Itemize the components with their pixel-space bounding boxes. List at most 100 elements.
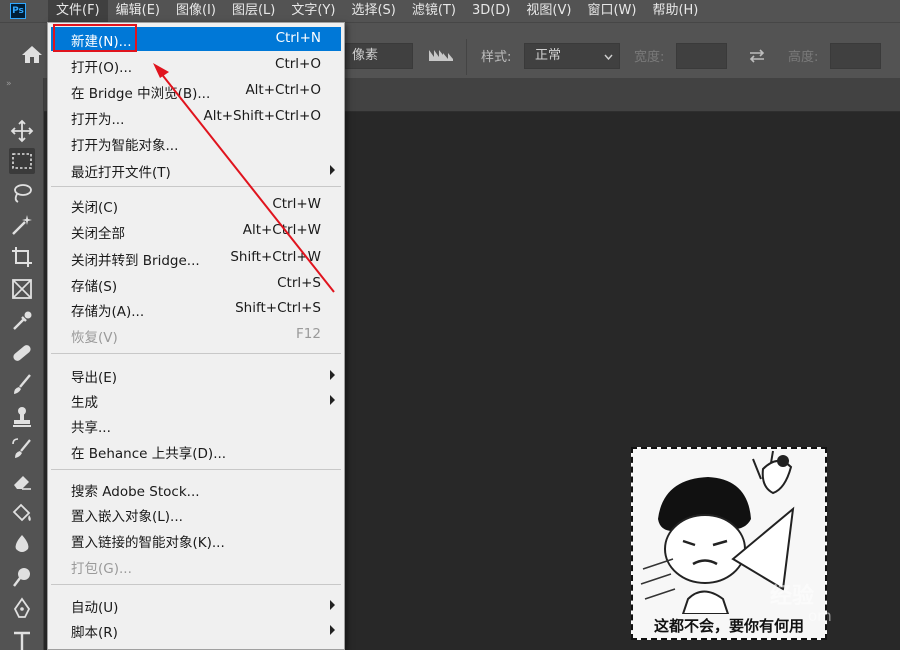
menu-item-save-as[interactable]: 存储为(A)... Shift+Ctrl+S	[51, 297, 341, 321]
menu-help[interactable]: 帮助(H)	[644, 0, 706, 22]
menu-file[interactable]: 文件(F)	[48, 0, 108, 22]
eyedropper-icon[interactable]	[9, 308, 35, 334]
menu-item-label: 关闭全部	[71, 226, 125, 242]
menu-separator	[51, 353, 341, 354]
submenu-arrow-icon	[330, 625, 335, 635]
refine-edge-icon[interactable]	[428, 47, 454, 66]
menu-item-open-as[interactable]: 打开为... Alt+Shift+Ctrl+O	[51, 105, 341, 129]
swap-icon[interactable]	[748, 48, 766, 67]
paint-bucket-icon[interactable]	[9, 500, 35, 526]
menu-item-revert: 恢复(V) F12	[51, 323, 341, 347]
menu-item-shortcut: Alt+Ctrl+O	[245, 82, 321, 98]
separator	[466, 39, 467, 75]
menu-item-shortcut: Ctrl+N	[275, 30, 321, 46]
menu-select[interactable]: 选择(S)	[343, 0, 403, 22]
menu-item-generate[interactable]: 生成	[51, 388, 341, 412]
menu-item-share[interactable]: 共享...	[51, 413, 341, 437]
menu-item-label: 存储(S)	[71, 279, 118, 295]
file-menu-dropdown: 新建(N)... Ctrl+N 打开(O)... Ctrl+O 在 Bridge…	[47, 22, 345, 650]
menu-item-scripts[interactable]: 脚本(R)	[51, 618, 341, 642]
menu-window[interactable]: 窗口(W)	[579, 0, 644, 22]
watermark-subtext: om	[808, 607, 832, 625]
menu-item-recent-files[interactable]: 最近打开文件(T)	[51, 158, 341, 182]
crop-tool-icon[interactable]	[9, 244, 35, 270]
menu-item-share-behance[interactable]: 在 Behance 上共享(D)...	[51, 439, 341, 463]
meme-caption: 这都不会，要你有何用	[653, 617, 804, 635]
move-tool-icon[interactable]	[9, 118, 35, 144]
menu-item-save[interactable]: 存储(S) Ctrl+S	[51, 272, 341, 296]
chevron-down-icon	[604, 54, 613, 60]
menu-item-label: 置入嵌入对象(L)...	[71, 509, 183, 525]
menu-separator	[51, 186, 341, 187]
menu-item-label: 在 Behance 上共享(D)...	[71, 446, 227, 462]
blur-tool-icon[interactable]	[9, 532, 35, 558]
photoshop-logo-icon: Ps	[10, 3, 26, 19]
menu-item-label: 关闭并转到 Bridge...	[71, 253, 200, 269]
history-brush-icon[interactable]	[9, 436, 35, 462]
menu-item-label: 导出(E)	[71, 370, 118, 386]
menu-item-export[interactable]: 导出(E)	[51, 363, 341, 387]
dodge-tool-icon[interactable]	[9, 564, 35, 590]
eraser-tool-icon[interactable]	[9, 468, 35, 494]
home-icon[interactable]	[20, 43, 44, 65]
menu-item-label: 脚本(R)	[71, 625, 118, 641]
menu-item-close-all[interactable]: 关闭全部 Alt+Ctrl+W	[51, 219, 341, 243]
menu-item-label: 共享...	[71, 420, 111, 436]
menu-item-close-go-bridge[interactable]: 关闭并转到 Bridge... Shift+Ctrl+W	[51, 246, 341, 270]
menu-item-label: 关闭(C)	[71, 200, 118, 216]
menu-separator	[51, 584, 341, 585]
submenu-arrow-icon	[330, 395, 335, 405]
menu-item-place-embedded[interactable]: 置入嵌入对象(L)...	[51, 502, 341, 526]
width-field[interactable]	[676, 43, 727, 69]
stamp-tool-icon[interactable]	[9, 404, 35, 430]
menu-item-label: 生成	[71, 395, 98, 411]
menu-view[interactable]: 视图(V)	[518, 0, 579, 22]
menu-item-label: 存储为(A)...	[71, 304, 145, 320]
style-select[interactable]: 正常	[524, 43, 620, 69]
menu-item-shortcut: Shift+Ctrl+S	[235, 300, 321, 316]
lasso-tool-icon[interactable]	[9, 180, 35, 206]
healing-brush-icon[interactable]	[9, 340, 35, 366]
menu-item-shortcut: Shift+Ctrl+W	[230, 249, 321, 265]
menu-item-label: 置入链接的智能对象(K)...	[71, 535, 225, 551]
menu-item-label: 在 Bridge 中浏览(B)...	[71, 86, 211, 102]
pen-tool-icon[interactable]	[9, 596, 35, 622]
menu-item-shortcut: Alt+Shift+Ctrl+O	[203, 108, 321, 124]
menu-type[interactable]: 文字(Y)	[283, 0, 343, 22]
menu-item-shortcut: Ctrl+S	[277, 275, 321, 291]
menu-item-shortcut: Ctrl+W	[272, 196, 321, 212]
watermark-text: 经验	[770, 584, 815, 609]
brush-tool-icon[interactable]	[9, 372, 35, 398]
magic-wand-icon[interactable]	[9, 212, 35, 238]
menu-item-close[interactable]: 关闭(C) Ctrl+W	[51, 193, 341, 217]
height-label: 高度:	[788, 50, 819, 65]
menu-item-open-smart-object[interactable]: 打开为智能对象...	[51, 131, 341, 155]
menu-layer[interactable]: 图层(L)	[224, 0, 283, 22]
menu-item-label: 自动(U)	[71, 600, 119, 616]
unit-field[interactable]: 像素	[345, 43, 413, 69]
menu-item-open[interactable]: 打开(O)... Ctrl+O	[51, 53, 341, 77]
menu-3d[interactable]: 3D(D)	[464, 0, 518, 22]
height-field[interactable]	[830, 43, 881, 69]
style-label: 样式:	[481, 50, 512, 65]
type-tool-icon[interactable]	[9, 628, 35, 650]
menu-filter[interactable]: 滤镜(T)	[404, 0, 464, 22]
menu-item-label: 打开为...	[71, 112, 125, 128]
menu-item-automate[interactable]: 自动(U)	[51, 593, 341, 617]
frame-tool-icon[interactable]	[9, 276, 35, 302]
submenu-arrow-icon	[330, 370, 335, 380]
panel-grip-icon[interactable]: »	[0, 78, 43, 92]
menu-item-place-linked[interactable]: 置入链接的智能对象(K)...	[51, 528, 341, 552]
annotation-highlight-box	[53, 24, 137, 52]
menu-item-search-stock[interactable]: 搜索 Adobe Stock...	[51, 477, 341, 501]
marquee-tool-icon[interactable]	[9, 148, 35, 174]
menu-image[interactable]: 图像(I)	[168, 0, 224, 22]
menu-item-label: 搜索 Adobe Stock...	[71, 484, 200, 500]
menu-bar: Ps 文件(F) 编辑(E) 图像(I) 图层(L) 文字(Y) 选择(S) 滤…	[0, 0, 900, 22]
menu-item-shortcut: Ctrl+O	[275, 56, 321, 72]
menu-item-label: 最近打开文件(T)	[71, 165, 171, 181]
submenu-arrow-icon	[330, 600, 335, 610]
width-label: 宽度:	[634, 50, 665, 65]
menu-edit[interactable]: 编辑(E)	[108, 0, 168, 22]
menu-item-browse-bridge[interactable]: 在 Bridge 中浏览(B)... Alt+Ctrl+O	[51, 79, 341, 103]
